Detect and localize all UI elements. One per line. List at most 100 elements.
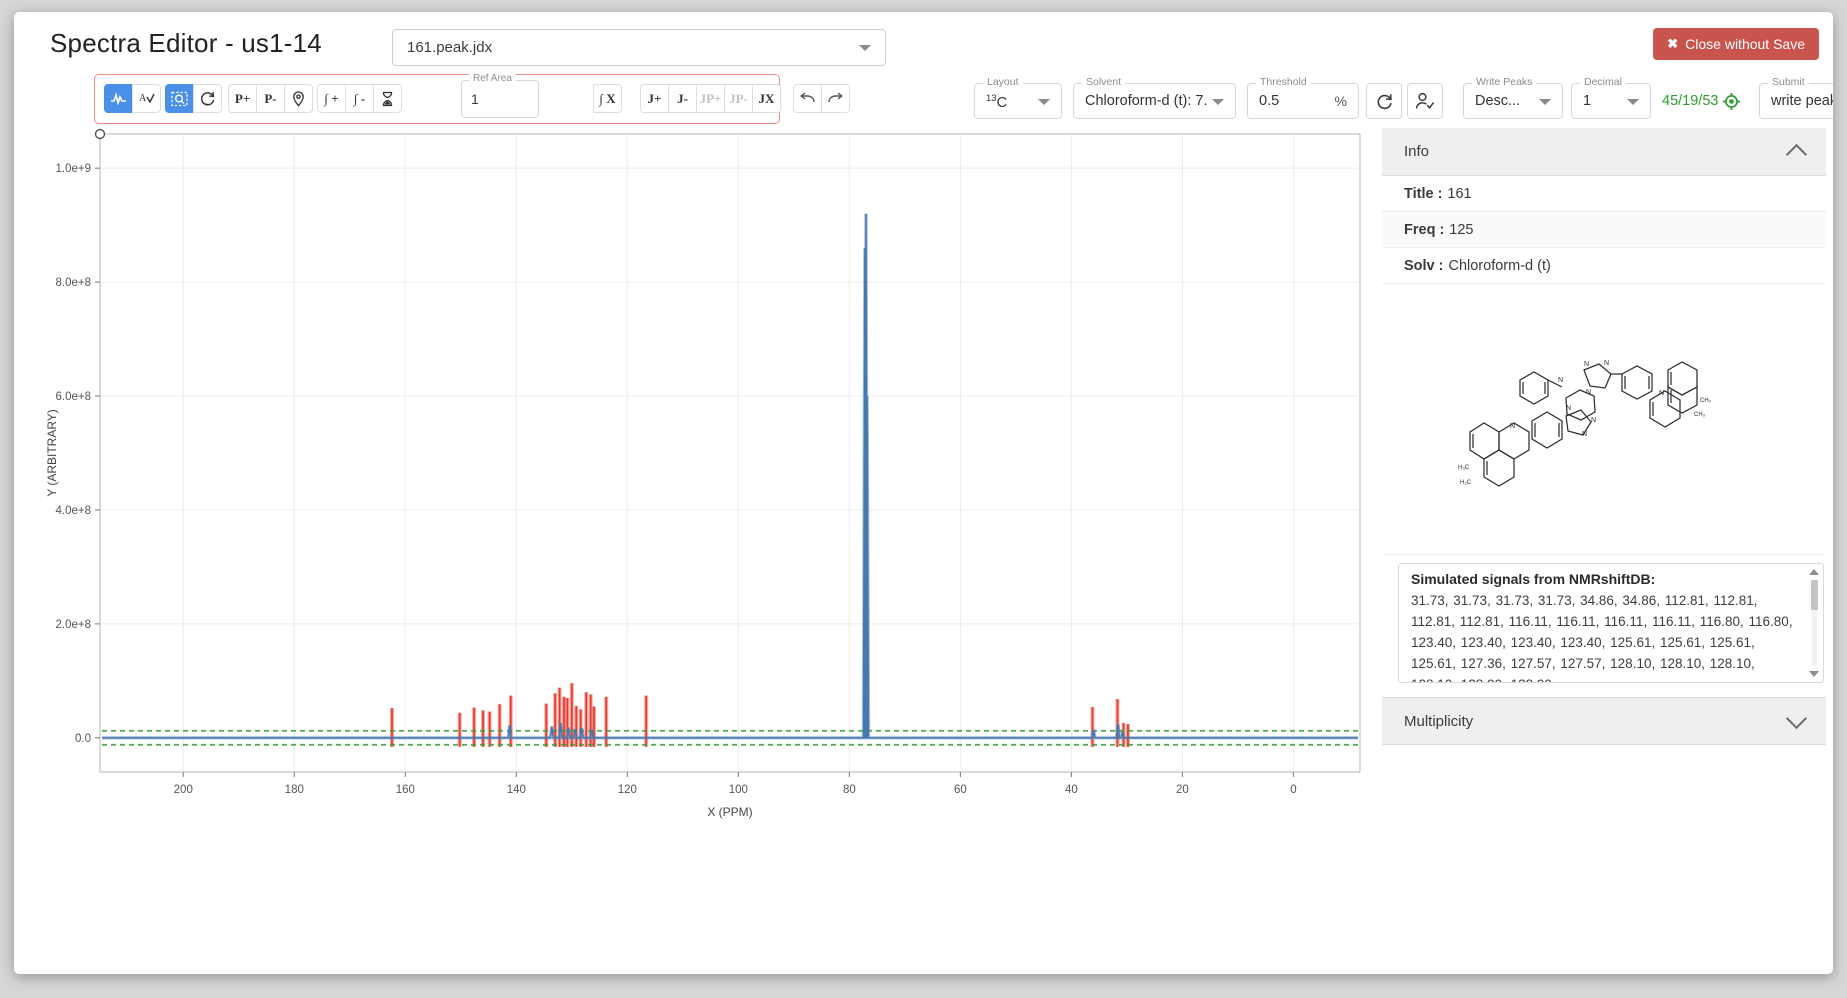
peak-counter[interactable]: 45/19/53 (1655, 83, 1753, 119)
peak-add-label: P+ (235, 91, 250, 107)
multiplicity-accordion-header[interactable]: Multiplicity (1382, 697, 1826, 745)
peak-remove-label: P- (264, 91, 276, 107)
jx-button[interactable]: JX (752, 84, 781, 113)
close-icon: ✖ (1667, 36, 1678, 52)
peak-add-button[interactable]: P+ (228, 84, 257, 113)
svg-text:N: N (1586, 389, 1591, 396)
decimal-value: 1 (1583, 93, 1591, 109)
j-remove-button[interactable]: J- (668, 84, 697, 113)
info-accordion-header[interactable]: Info (1382, 128, 1826, 176)
scroll-up-arrow-icon[interactable] (1809, 569, 1819, 575)
svg-text:A: A (139, 93, 147, 104)
close-button-label: Close without Save (1685, 36, 1805, 52)
integral-x-button[interactable]: ∫ X (593, 84, 622, 113)
decimal-legend: Decimal (1580, 76, 1626, 88)
person-check-icon[interactable] (1407, 83, 1443, 119)
threshold-input[interactable]: Threshold 0.5 % (1247, 83, 1359, 119)
integral-hourglass-icon[interactable] (373, 84, 402, 113)
chevron-up-icon (1786, 143, 1807, 164)
solvent-legend: Solvent (1082, 76, 1125, 88)
info-title-label: Title : (1404, 186, 1442, 202)
info-freq-label: Freq : (1404, 222, 1444, 238)
peak-counter-value: 45/19/53 (1662, 93, 1718, 109)
multiplicity-accordion-title: Multiplicity (1404, 713, 1473, 730)
threshold-unit: % (1335, 93, 1347, 109)
integral-remove-label: ∫ - (354, 91, 365, 107)
spectrum-plot[interactable]: 0.02.0e+84.0e+86.0e+88.0e+81.0e+92001801… (38, 124, 1374, 844)
info-title-value: 161 (1447, 186, 1471, 202)
svg-text:120: 120 (618, 784, 637, 796)
peak-pick-icon[interactable] (284, 84, 313, 113)
info-solv-value: Chloroform-d (t) (1448, 258, 1550, 274)
info-row-freq: Freq : 125 (1382, 212, 1826, 248)
layout-legend: Layout (983, 76, 1023, 88)
file-select-value: 161.peak.jdx (407, 39, 492, 56)
submit-select[interactable]: Submit write peak ... (1759, 83, 1833, 119)
svg-text:N: N (1510, 423, 1515, 430)
svg-text:N: N (1584, 361, 1589, 368)
jp-add-label: JP+ (700, 91, 722, 107)
svg-text:N: N (1591, 417, 1596, 424)
j-remove-label: J- (677, 91, 688, 107)
info-panel: Info Title : 161 Freq : 125 Solv : Chlor… (1382, 128, 1826, 848)
ref-area-field[interactable]: Ref Area 1 (461, 80, 539, 118)
svg-text:0.0: 0.0 (75, 733, 91, 745)
threshold-value: 0.5 (1259, 93, 1279, 109)
svg-text:N: N (1604, 360, 1609, 367)
scrollbar-thumb[interactable] (1811, 580, 1818, 610)
layout-value: 13C (986, 93, 1007, 111)
svg-text:200: 200 (174, 784, 193, 796)
layout-base: C (997, 95, 1007, 111)
auto-peak-icon[interactable]: A (132, 84, 161, 113)
peak-remove-button[interactable]: P- (256, 84, 285, 113)
spectra-editor-dialog: Spectra Editor - us1-14 161.peak.jdx ✖ C… (14, 12, 1833, 974)
svg-text:H₃C: H₃C (1460, 480, 1472, 486)
integral-remove-button[interactable]: ∫ - (345, 84, 374, 113)
page-title: Spectra Editor - us1-14 (50, 28, 322, 59)
svg-text:180: 180 (285, 784, 304, 796)
jp-remove-button[interactable]: JP- (724, 84, 753, 113)
info-row-solv: Solv : Chloroform-d (t) (1382, 248, 1826, 284)
chevron-down-icon (1627, 99, 1639, 105)
svg-text:N: N (1582, 431, 1587, 438)
reset-zoom-icon[interactable] (193, 84, 222, 113)
integral-add-button[interactable]: ∫ + (317, 84, 346, 113)
j-add-button[interactable]: J+ (640, 84, 669, 113)
file-select[interactable]: 161.peak.jdx (392, 29, 886, 66)
svg-text:2.0e+8: 2.0e+8 (56, 619, 92, 631)
layout-select[interactable]: Layout 13C (974, 83, 1062, 119)
svg-text:8.0e+8: 8.0e+8 (56, 277, 92, 289)
undo-icon[interactable] (793, 84, 822, 113)
simulated-signals-values: 31.73, 31.73, 31.73, 31.73, 34.86, 34.86… (1411, 590, 1797, 683)
target-icon (1723, 93, 1740, 110)
zoom-select-icon[interactable] (165, 84, 194, 113)
submit-legend: Submit (1768, 76, 1809, 88)
toolbar-group-peak: P+ P- (228, 84, 313, 113)
jx-label: JX (759, 91, 775, 107)
svg-text:H₃C: H₃C (1458, 465, 1470, 471)
write-peaks-select[interactable]: Write Peaks Desc... (1463, 83, 1563, 119)
svg-text:140: 140 (507, 784, 526, 796)
layout-superscript: 13 (986, 93, 997, 104)
scroll-down-arrow-icon[interactable] (1809, 671, 1819, 677)
jp-remove-label: JP- (729, 91, 748, 107)
spectrum-chart[interactable]: 0.02.0e+84.0e+86.0e+88.0e+81.0e+92001801… (38, 124, 1374, 844)
solvent-value: Chloroform-d (t): 7... (1085, 93, 1207, 109)
submit-value: write peak ... (1771, 93, 1833, 109)
decimal-select[interactable]: Decimal 1 (1571, 83, 1651, 119)
chevron-down-icon (1038, 99, 1050, 105)
close-without-save-button[interactable]: ✖ Close without Save (1653, 28, 1819, 60)
refresh-icon[interactable] (1366, 83, 1402, 119)
threshold-legend: Threshold (1256, 76, 1311, 88)
spectrum-line-icon[interactable] (104, 84, 133, 113)
simulated-signals-box[interactable]: Simulated signals from NMRshiftDB: 31.73… (1398, 563, 1824, 683)
chevron-down-icon (1786, 708, 1807, 729)
svg-text:80: 80 (843, 784, 856, 796)
jp-add-button[interactable]: JP+ (696, 84, 725, 113)
dialog-header: Spectra Editor - us1-14 161.peak.jdx ✖ C… (14, 12, 1833, 74)
redo-icon[interactable] (821, 84, 850, 113)
solvent-select[interactable]: Solvent Chloroform-d (t): 7... (1073, 83, 1236, 119)
toolbar-group-j: J+ J- JP+ JP- JX (640, 84, 781, 113)
svg-text:N: N (1558, 377, 1563, 384)
scrollbar[interactable] (1809, 568, 1820, 678)
